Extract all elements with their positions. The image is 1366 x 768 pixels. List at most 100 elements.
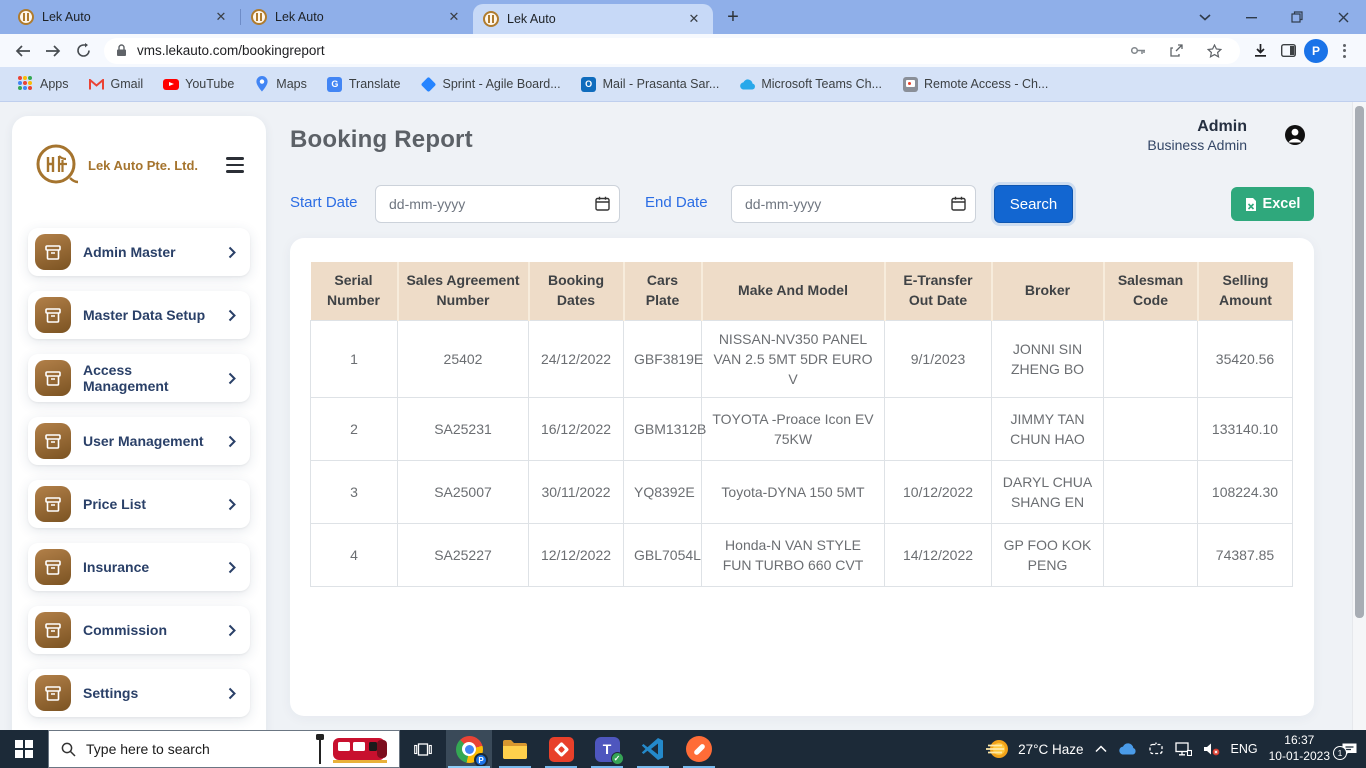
- side-panel-icon[interactable]: [1274, 37, 1302, 65]
- password-key-icon[interactable]: [1124, 37, 1152, 65]
- user-avatar-icon[interactable]: [1284, 124, 1306, 151]
- taskbar-teams-button[interactable]: T✓: [584, 730, 630, 768]
- sidebar-item-master-data-setup[interactable]: Master Data Setup: [28, 291, 250, 339]
- window-restore-icon[interactable]: [1274, 0, 1320, 34]
- screen-snip-icon[interactable]: [1148, 742, 1164, 756]
- brand-row: Lek Auto Pte. Ltd.: [12, 116, 266, 188]
- hamburger-menu-icon[interactable]: [222, 153, 248, 177]
- tab-close-icon[interactable]: ✕: [685, 10, 703, 28]
- bookmark-apps[interactable]: Apps: [10, 72, 77, 96]
- end-date-input[interactable]: [731, 185, 976, 223]
- taskbar-remote-app-button[interactable]: [538, 730, 584, 768]
- archive-icon: [35, 675, 71, 711]
- sidebar-item-price-list[interactable]: Price List: [28, 480, 250, 528]
- clock[interactable]: 16:37 10-01-2023: [1269, 733, 1330, 764]
- window-close-icon[interactable]: [1320, 0, 1366, 34]
- haze-sun-icon: [986, 738, 1010, 760]
- browser-menu-icon[interactable]: [1330, 37, 1358, 65]
- tab-3-active[interactable]: Lek Auto ✕: [473, 4, 713, 34]
- clock-time: 16:37: [1269, 733, 1330, 749]
- refresh-icon[interactable]: [68, 37, 98, 65]
- lekauto-favicon-icon: [251, 9, 267, 25]
- download-icon[interactable]: [1246, 37, 1274, 65]
- share-icon[interactable]: [1162, 37, 1190, 65]
- tray-chevron-up-icon[interactable]: [1095, 745, 1107, 753]
- onedrive-cloud-icon[interactable]: [1118, 743, 1137, 755]
- cell: JIMMY TAN CHUN HAO: [992, 398, 1104, 461]
- network-icon[interactable]: [1175, 742, 1192, 756]
- postman-icon: [686, 736, 712, 762]
- col-header: Broker: [992, 262, 1104, 320]
- forward-icon[interactable]: [38, 37, 68, 65]
- sidebar-item-admin-master[interactable]: Admin Master: [28, 228, 250, 276]
- taskbar-postman-button[interactable]: [676, 730, 722, 768]
- new-tab-button[interactable]: +: [719, 3, 747, 31]
- bookmark-remote-access[interactable]: Remote Access - Ch...: [894, 72, 1056, 96]
- weather-text: 27°C Haze: [1018, 742, 1083, 757]
- sidebar-item-label: Insurance: [83, 559, 216, 575]
- sidebar-item-access-management[interactable]: Access Management: [28, 354, 250, 402]
- cell: GBL7054L: [624, 524, 702, 587]
- sidebar-item-insurance[interactable]: Insurance: [28, 543, 250, 591]
- bookmark-youtube[interactable]: YouTube: [155, 72, 242, 96]
- bookmark-maps[interactable]: Maps: [246, 72, 315, 96]
- lekauto-favicon-icon: [18, 9, 34, 25]
- bookmark-translate[interactable]: G Translate: [319, 72, 409, 96]
- taskbar-explorer-button[interactable]: [492, 730, 538, 768]
- bookmark-outlook-mail[interactable]: O Mail - Prasanta Sar...: [573, 72, 728, 96]
- page-title: Booking Report: [290, 126, 473, 154]
- col-header: Sales Agreement Number: [398, 262, 529, 320]
- back-icon[interactable]: [8, 37, 38, 65]
- calendar-icon[interactable]: [595, 196, 610, 211]
- window-chevron-icon[interactable]: [1182, 0, 1228, 34]
- taskbar-vscode-button[interactable]: [630, 730, 676, 768]
- language-indicator[interactable]: ENG: [1231, 742, 1258, 756]
- sidebar-item-label: User Management: [83, 433, 216, 449]
- scrollbar-thumb[interactable]: [1355, 106, 1364, 618]
- bookmark-gmail[interactable]: Gmail: [81, 72, 152, 96]
- brand-name: Lek Auto Pte. Ltd.: [88, 158, 214, 173]
- cell: 12/12/2022: [529, 524, 624, 587]
- search-button[interactable]: Search: [994, 185, 1073, 223]
- apps-grid-icon: [18, 76, 34, 92]
- start-button[interactable]: [0, 730, 48, 768]
- bookmark-label: Apps: [40, 77, 69, 91]
- task-view-button[interactable]: [400, 730, 446, 768]
- end-date-field: [731, 185, 976, 223]
- action-center-icon[interactable]: 1: [1341, 742, 1358, 757]
- cell: 133140.10: [1198, 398, 1293, 461]
- taskbar-search[interactable]: [48, 730, 400, 768]
- weather-widget[interactable]: 27°C Haze: [986, 738, 1083, 760]
- window-minimize-icon[interactable]: [1228, 0, 1274, 34]
- bookmark-sprint-agile-board[interactable]: Sprint - Agile Board...: [413, 72, 569, 96]
- sidebar-menu: Admin Master Master Data Setup Access Ma…: [28, 228, 250, 732]
- volume-muted-icon[interactable]: [1203, 742, 1220, 756]
- cell: [1104, 398, 1198, 461]
- lekauto-favicon-icon: [483, 11, 499, 27]
- calendar-icon[interactable]: [951, 196, 966, 211]
- taskbar-chrome-button[interactable]: P: [446, 730, 492, 768]
- cell: 74387.85: [1198, 524, 1293, 587]
- sidebar-item-settings[interactable]: Settings: [28, 669, 250, 717]
- report-table-card: Serial Number Sales Agreement Number Boo…: [290, 238, 1314, 716]
- tab-close-icon[interactable]: ✕: [212, 8, 230, 26]
- sidebar-item-user-management[interactable]: User Management: [28, 417, 250, 465]
- profile-avatar[interactable]: P: [1302, 37, 1330, 65]
- cell: SA25227: [398, 524, 529, 587]
- sidebar-item-label: Master Data Setup: [83, 307, 216, 323]
- tab-1[interactable]: Lek Auto ✕: [8, 0, 240, 34]
- start-date-input[interactable]: [375, 185, 620, 223]
- sidebar-item-commission[interactable]: Commission: [28, 606, 250, 654]
- excel-export-button[interactable]: Excel: [1231, 187, 1314, 221]
- bookmark-star-icon[interactable]: [1200, 37, 1228, 65]
- sidebar-item-label: Commission: [83, 622, 216, 638]
- address-bar[interactable]: vms.lekauto.com/bookingreport: [104, 38, 1240, 64]
- cell: [1104, 524, 1198, 587]
- tab-2[interactable]: Lek Auto ✕: [241, 0, 473, 34]
- page-scrollbar[interactable]: [1352, 102, 1366, 730]
- cell: NISSAN-NV350 PANEL VAN 2.5 5MT 5DR EURO …: [702, 320, 885, 398]
- bookmark-teams[interactable]: Microsoft Teams Ch...: [731, 72, 890, 96]
- cell: [1104, 320, 1198, 398]
- teams-icon: T✓: [595, 737, 620, 762]
- tab-close-icon[interactable]: ✕: [445, 8, 463, 26]
